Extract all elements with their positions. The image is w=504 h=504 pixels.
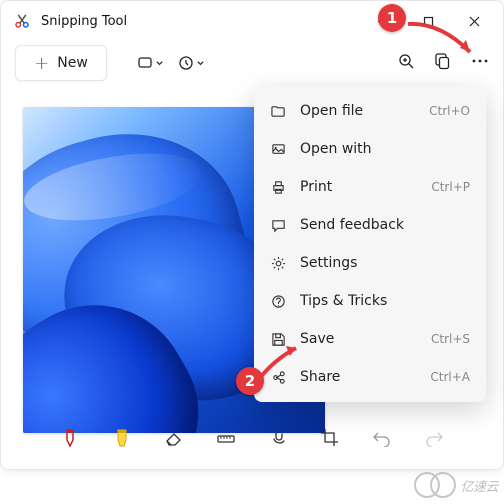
new-button-label: New xyxy=(57,55,88,71)
menu-shortcut: Ctrl+P xyxy=(431,180,470,194)
app-icon xyxy=(13,12,31,30)
save-icon xyxy=(270,332,286,347)
feedback-icon xyxy=(270,218,286,233)
menu-shortcut: Ctrl+S xyxy=(431,332,470,346)
copy-button[interactable] xyxy=(435,53,451,74)
menu-item-settings[interactable]: Settings xyxy=(254,244,486,282)
menu-item-open-file[interactable]: Open file Ctrl+O xyxy=(254,92,486,130)
menu-label: Share xyxy=(300,369,340,385)
tutorial-callout-1: 1 xyxy=(378,4,406,32)
tips-icon xyxy=(270,294,286,309)
ruler-tool[interactable] xyxy=(214,426,238,450)
menu-shortcut: Ctrl+O xyxy=(429,104,470,118)
menu-label: Save xyxy=(300,331,334,347)
menu-item-share[interactable]: Share Ctrl+A xyxy=(254,358,486,396)
watermark: 亿速云 xyxy=(414,472,498,498)
menu-item-open-with[interactable]: Open with xyxy=(254,130,486,168)
redo-button[interactable] xyxy=(422,426,446,450)
open-with-icon xyxy=(270,142,286,157)
close-button[interactable] xyxy=(451,1,497,41)
plus-icon: + xyxy=(34,53,49,74)
menu-label: Open file xyxy=(300,103,363,119)
folder-open-icon xyxy=(270,104,286,119)
zoom-button[interactable] xyxy=(398,53,415,74)
more-menu-button[interactable] xyxy=(471,53,489,73)
share-icon xyxy=(270,370,286,385)
settings-icon xyxy=(270,256,286,271)
toolbar: + New xyxy=(1,41,503,85)
menu-label: Print xyxy=(300,179,332,195)
touch-writing-tool[interactable] xyxy=(266,426,290,450)
delay-dropdown[interactable] xyxy=(178,55,205,71)
menu-label: Tips & Tricks xyxy=(300,293,387,309)
menu-label: Settings xyxy=(300,255,357,271)
bottom-toolbar xyxy=(1,417,503,459)
highlighter-tool[interactable] xyxy=(110,426,134,450)
crop-tool[interactable] xyxy=(318,426,342,450)
undo-button[interactable] xyxy=(370,426,394,450)
menu-item-save[interactable]: Save Ctrl+S xyxy=(254,320,486,358)
tutorial-callout-2: 2 xyxy=(236,367,264,395)
ballpoint-pen-tool[interactable] xyxy=(58,426,82,450)
menu-shortcut: Ctrl+A xyxy=(430,370,470,384)
print-icon xyxy=(270,180,286,195)
eraser-tool[interactable] xyxy=(162,426,186,450)
new-snip-button[interactable]: + New xyxy=(15,45,107,81)
titlebar: Snipping Tool xyxy=(1,1,503,41)
menu-label: Send feedback xyxy=(300,217,404,233)
menu-item-print[interactable]: Print Ctrl+P xyxy=(254,168,486,206)
more-options-menu: Open file Ctrl+O Open with Print Ctrl+P … xyxy=(254,86,486,402)
menu-label: Open with xyxy=(300,141,372,157)
snip-mode-dropdown[interactable] xyxy=(137,55,164,71)
menu-item-tips-tricks[interactable]: Tips & Tricks xyxy=(254,282,486,320)
maximize-button[interactable] xyxy=(405,1,451,41)
window-title: Snipping Tool xyxy=(41,14,127,29)
menu-item-send-feedback[interactable]: Send feedback xyxy=(254,206,486,244)
watermark-text: 亿速云 xyxy=(460,476,498,495)
